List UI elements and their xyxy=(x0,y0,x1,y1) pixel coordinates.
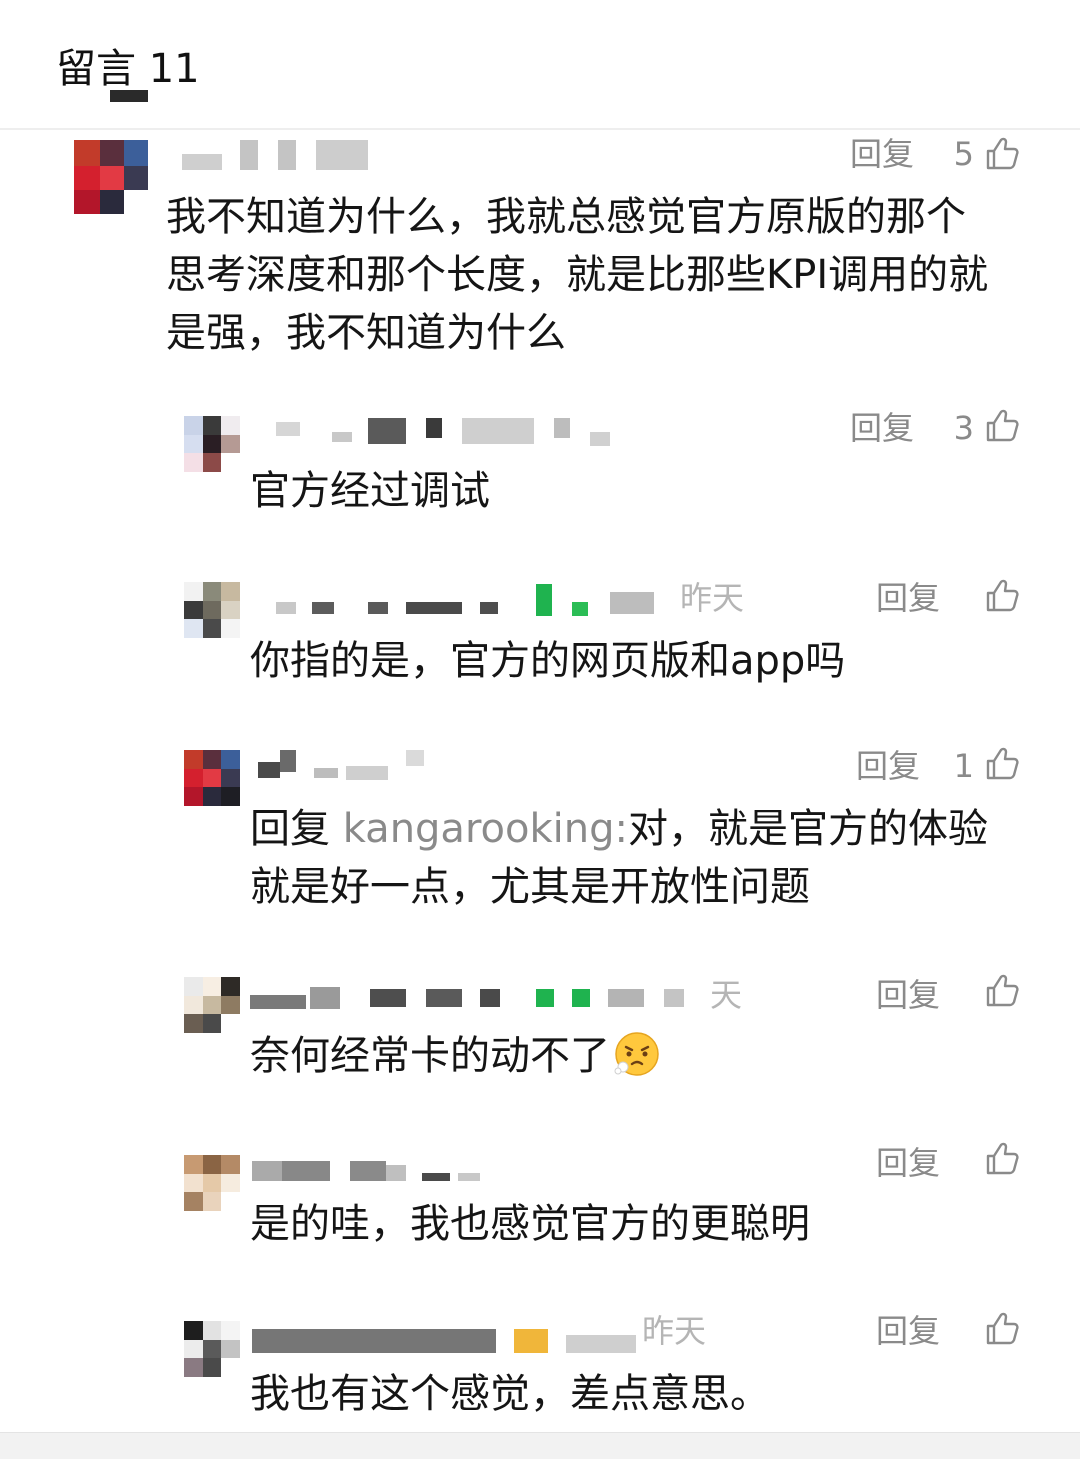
comment-text: 是的哇，我也感觉官方的更聪明 xyxy=(250,1201,810,1247)
avatar[interactable] xyxy=(184,1155,240,1211)
reply-item: 天 回复 奈何经常卡的动不了 xyxy=(0,965,1080,1105)
comment-time: 昨天 xyxy=(680,579,745,617)
redaction-mark xyxy=(110,90,148,102)
thumbs-up-icon[interactable] xyxy=(984,1141,1020,1177)
comment-item: 回复 5 我不知道为什么，我就总感觉官方原版的那个 思考深度和那个长度，就是比那… xyxy=(0,130,1080,380)
username-redacted[interactable] xyxy=(182,140,372,170)
reply-button[interactable]: 回复 xyxy=(850,408,914,448)
username-redacted[interactable] xyxy=(252,1155,492,1185)
avatar[interactable] xyxy=(184,977,240,1033)
reply-target-username[interactable]: kangarooking xyxy=(343,806,615,852)
comment-text: 官方经过调试 xyxy=(250,468,490,514)
username-redacted[interactable] xyxy=(276,416,616,446)
reply-text-line1: 对，就是官方的体验 xyxy=(627,806,988,852)
reply-button[interactable]: 回复 xyxy=(856,746,920,786)
comment-time: 天 xyxy=(710,976,743,1014)
reply-button[interactable]: 回复 xyxy=(876,578,940,618)
comment-text: 奈何经常卡的动不了 xyxy=(250,1027,1010,1085)
username-redacted[interactable] xyxy=(276,582,676,616)
bottom-bar xyxy=(0,1432,1080,1459)
avatar[interactable] xyxy=(184,416,240,472)
username-redacted[interactable] xyxy=(250,981,700,1011)
avatar[interactable] xyxy=(74,140,148,214)
reply-item: 回复 3 官方经过调试 xyxy=(0,400,1080,540)
thumbs-up-icon[interactable] xyxy=(984,408,1020,444)
comments-header: 留言 11 xyxy=(0,0,1080,130)
username-redacted[interactable] xyxy=(252,1321,642,1353)
comment-text: 回复 kangarooking:对，就是官方的体验 就是好一点，尤其是开放性问题 xyxy=(250,800,1040,916)
reply-item: 回复 是的哇，我也感觉官方的更聪明 xyxy=(0,1135,1080,1275)
comment-time: 昨天 xyxy=(642,1312,707,1350)
comments-page: 留言 11 回复 5 我不知道为什么，我就总感觉官方原版的那个 思考深度和那个长… xyxy=(0,0,1080,1459)
reply-item: 昨天 回复 你指的是，官方的网页版和app吗 xyxy=(0,570,1080,710)
thumbs-up-icon[interactable] xyxy=(984,578,1020,614)
comment-text: 你指的是，官方的网页版和app吗 xyxy=(250,638,846,684)
avatar[interactable] xyxy=(184,750,240,806)
reply-button[interactable]: 回复 xyxy=(876,975,940,1015)
avatar[interactable] xyxy=(184,1321,240,1377)
reply-button[interactable]: 回复 xyxy=(876,1143,940,1183)
like-count: 5 xyxy=(953,135,974,173)
reply-text-line2: 就是好一点，尤其是开放性问题 xyxy=(250,864,810,910)
username-redacted[interactable] xyxy=(258,748,438,780)
reply-button[interactable]: 回复 xyxy=(850,134,914,174)
thumbs-up-icon[interactable] xyxy=(984,1311,1020,1347)
reply-item: 昨天 回复 我也有这个感觉，差点意思。 xyxy=(0,1305,1080,1430)
reply-button[interactable]: 回复 xyxy=(876,1311,940,1351)
like-count: 3 xyxy=(953,409,974,447)
comment-text: 我不知道为什么，我就总感觉官方原版的那个 思考深度和那个长度，就是比那些KPI调… xyxy=(166,194,989,356)
reply-separator: : xyxy=(614,806,628,852)
reply-prefix: 回复 xyxy=(250,806,330,852)
thumbs-up-icon[interactable] xyxy=(984,973,1020,1009)
comment-text-content: 奈何经常卡的动不了 xyxy=(250,1033,610,1079)
thumbs-up-icon[interactable] xyxy=(984,746,1020,782)
reply-item: 回复 1 回复 kangarooking:对，就是官方的体验 就是好一点，尤其是… xyxy=(0,740,1080,930)
thumbs-up-icon[interactable] xyxy=(984,136,1020,172)
comments-title: 留言 11 xyxy=(56,46,200,92)
dizzy-face-emoji-icon xyxy=(614,1032,659,1076)
avatar[interactable] xyxy=(184,582,240,638)
like-count: 1 xyxy=(953,747,974,785)
comment-text: 我也有这个感觉，差点意思。 xyxy=(250,1371,770,1417)
